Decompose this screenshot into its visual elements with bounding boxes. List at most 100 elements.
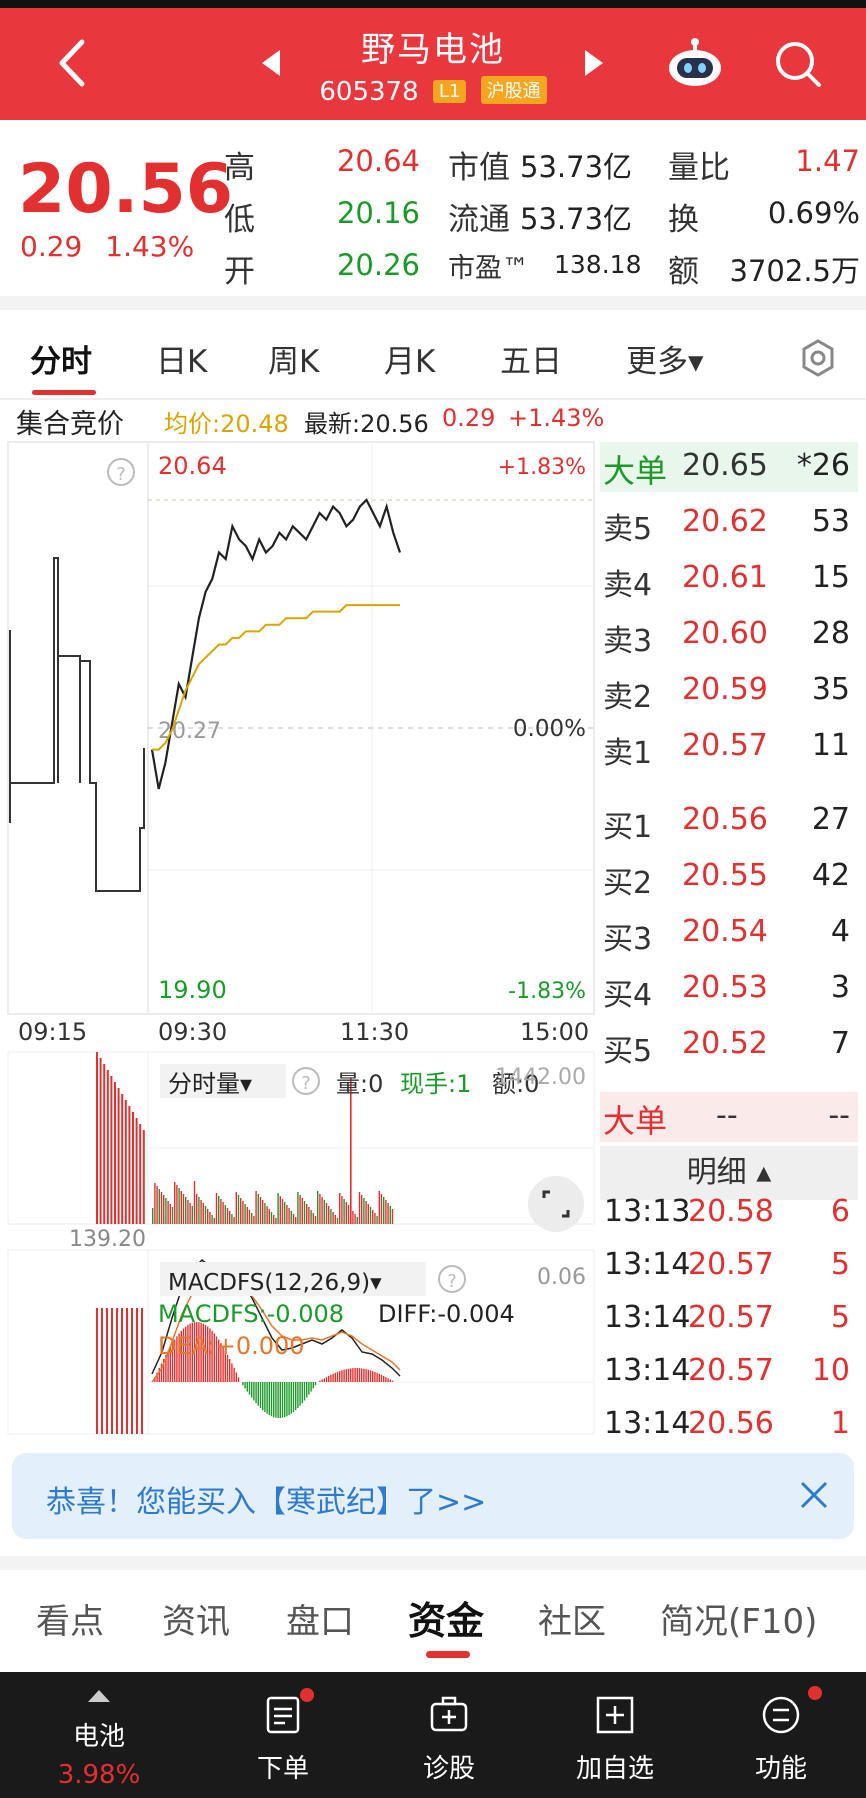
volume-bar	[226, 1208, 229, 1224]
tick-time: 13:14	[604, 1406, 691, 1441]
promo-banner[interactable]: 恭喜！您能买入【寒武纪】了>>	[12, 1453, 854, 1539]
volume-bar	[314, 1216, 317, 1224]
auction-step-line	[9, 557, 145, 892]
promo-banner-text[interactable]: 恭喜！您能买入【寒武纪】了>>	[46, 1477, 486, 1521]
volume-bar	[121, 1094, 124, 1224]
next-stock-icon[interactable]	[585, 50, 603, 76]
low-label: 低	[224, 202, 255, 238]
trade-tick-row: 13:14 20.57 5	[600, 1241, 858, 1291]
volume-bar	[160, 1192, 163, 1224]
price-low-label: 19.90	[158, 976, 227, 1004]
volume-bar	[99, 1058, 102, 1224]
volume-bar	[358, 1192, 361, 1224]
ask-level-row[interactable]: 卖4 20.61 15	[600, 554, 858, 608]
volume-bar	[372, 1210, 374, 1224]
tab-1[interactable]: 日K	[156, 336, 207, 381]
level-label: 卖1	[603, 736, 653, 771]
section-tab-3[interactable]: 资金	[408, 1590, 484, 1645]
tick-time: 13:13	[604, 1194, 691, 1229]
macd-bar	[251, 1382, 253, 1398]
section-tab-2[interactable]: 盘口	[286, 1594, 354, 1643]
macd-bar	[323, 1378, 325, 1382]
volume-bar	[284, 1202, 286, 1224]
volume-bar	[231, 1214, 233, 1224]
float-label: 流通	[448, 202, 510, 238]
trade-tick-row: 13:14 20.57 5	[600, 1294, 858, 1344]
tab-0[interactable]: 分时	[30, 336, 92, 381]
place-order-button[interactable]: 下单	[208, 1672, 358, 1798]
volume-bar	[301, 1198, 303, 1224]
macd-bar	[369, 1370, 372, 1382]
big-order-top: 大单 20.65 *26	[600, 442, 858, 492]
volume-indicator-selector[interactable]: 分时量▾	[168, 1070, 252, 1098]
big-order-volume: --	[828, 1098, 850, 1133]
pct-high-label: +1.83%	[498, 455, 586, 480]
macd-bar	[237, 1377, 240, 1382]
section-tab-5[interactable]: 简况(F10)	[660, 1594, 817, 1643]
caret-up-icon	[88, 1690, 110, 1702]
sector-button[interactable]: 电池 3.98%	[24, 1672, 174, 1798]
fullscreen-icon[interactable]	[528, 1176, 584, 1232]
add-watchlist-button[interactable]: 加自选	[540, 1672, 690, 1798]
settings-gear-icon[interactable]	[798, 338, 838, 378]
level-vol: 7	[830, 1026, 850, 1061]
macd-bar	[233, 1368, 235, 1382]
tick-vol: 10	[811, 1353, 850, 1388]
volume-bar	[295, 1217, 297, 1224]
stock-code: 605378	[319, 77, 419, 107]
close-icon[interactable]	[796, 1477, 832, 1513]
volume-bar	[235, 1192, 237, 1224]
diagnose-button[interactable]: 诊股	[374, 1672, 524, 1798]
volume-bar	[171, 1207, 174, 1224]
volume-bar	[163, 1195, 165, 1224]
intraday-chart[interactable]: 20.64 +1.83% 20.27 0.00% 19.90 -1.83% ? …	[0, 438, 600, 1438]
volume-bar	[189, 1203, 191, 1224]
volume-bar	[242, 1201, 244, 1224]
order-document-icon	[266, 1696, 300, 1734]
help-icon[interactable]: ?	[438, 1265, 466, 1293]
macd-indicator-selector[interactable]: MACDFS(12,26,9)▾	[168, 1270, 382, 1296]
ask-level-row[interactable]: 卖2 20.59 35	[600, 666, 858, 720]
macd-bar	[136, 1308, 138, 1434]
help-icon[interactable]: ?	[107, 458, 135, 486]
svg-text:?: ?	[301, 1073, 311, 1094]
section-tab-0[interactable]: 看点	[36, 1594, 104, 1643]
tick-time: 13:14	[604, 1247, 691, 1282]
volume-bar	[387, 1203, 389, 1224]
tick-price: 20.57	[688, 1353, 774, 1388]
functions-button[interactable]: 功能	[706, 1672, 856, 1798]
section-divider	[0, 296, 866, 310]
volume-bar	[391, 1209, 394, 1224]
tab-4[interactable]: 五日	[500, 336, 562, 381]
macd-bar	[235, 1372, 237, 1382]
volume-bar	[196, 1194, 198, 1224]
volume-bar	[341, 1196, 343, 1224]
macd-bar	[257, 1382, 259, 1406]
nav-label: 诊股	[422, 1754, 475, 1784]
volume-bar	[270, 1212, 273, 1224]
tab-5[interactable]: 更多▾	[626, 336, 704, 381]
macd-bar	[380, 1374, 383, 1382]
tab-3[interactable]: 月K	[384, 336, 435, 381]
bid-level-row[interactable]: 买1 20.56 27	[600, 796, 858, 850]
search-icon[interactable]	[772, 38, 824, 90]
macd-bar	[332, 1373, 334, 1382]
ask-level-row[interactable]: 卖1 20.57 11	[600, 722, 858, 776]
macd-bar	[286, 1382, 288, 1417]
bid-level-row[interactable]: 买2 20.55 42	[600, 852, 858, 906]
bid-level-row[interactable]: 买4 20.53 3	[600, 964, 858, 1018]
medical-kit-icon	[430, 1696, 468, 1732]
volume-bar	[233, 1217, 235, 1224]
section-tab-4[interactable]: 社区	[538, 1594, 606, 1643]
robot-assistant-icon[interactable]	[666, 36, 724, 88]
pe-label: 市盈™	[448, 253, 529, 284]
bid-level-row[interactable]: 买5 20.52 7	[600, 1020, 858, 1074]
section-tab-1[interactable]: 资讯	[162, 1594, 230, 1643]
ask-level-row[interactable]: 卖5 20.62 53	[600, 498, 858, 552]
ask-level-row[interactable]: 卖3 20.60 28	[600, 610, 858, 664]
bid-level-row[interactable]: 买3 20.54 4	[600, 908, 858, 962]
tick-time: 13:14	[604, 1353, 691, 1388]
level-label: 卖2	[603, 680, 653, 715]
tab-2[interactable]: 周K	[268, 336, 319, 381]
help-icon[interactable]: ?	[292, 1067, 320, 1095]
